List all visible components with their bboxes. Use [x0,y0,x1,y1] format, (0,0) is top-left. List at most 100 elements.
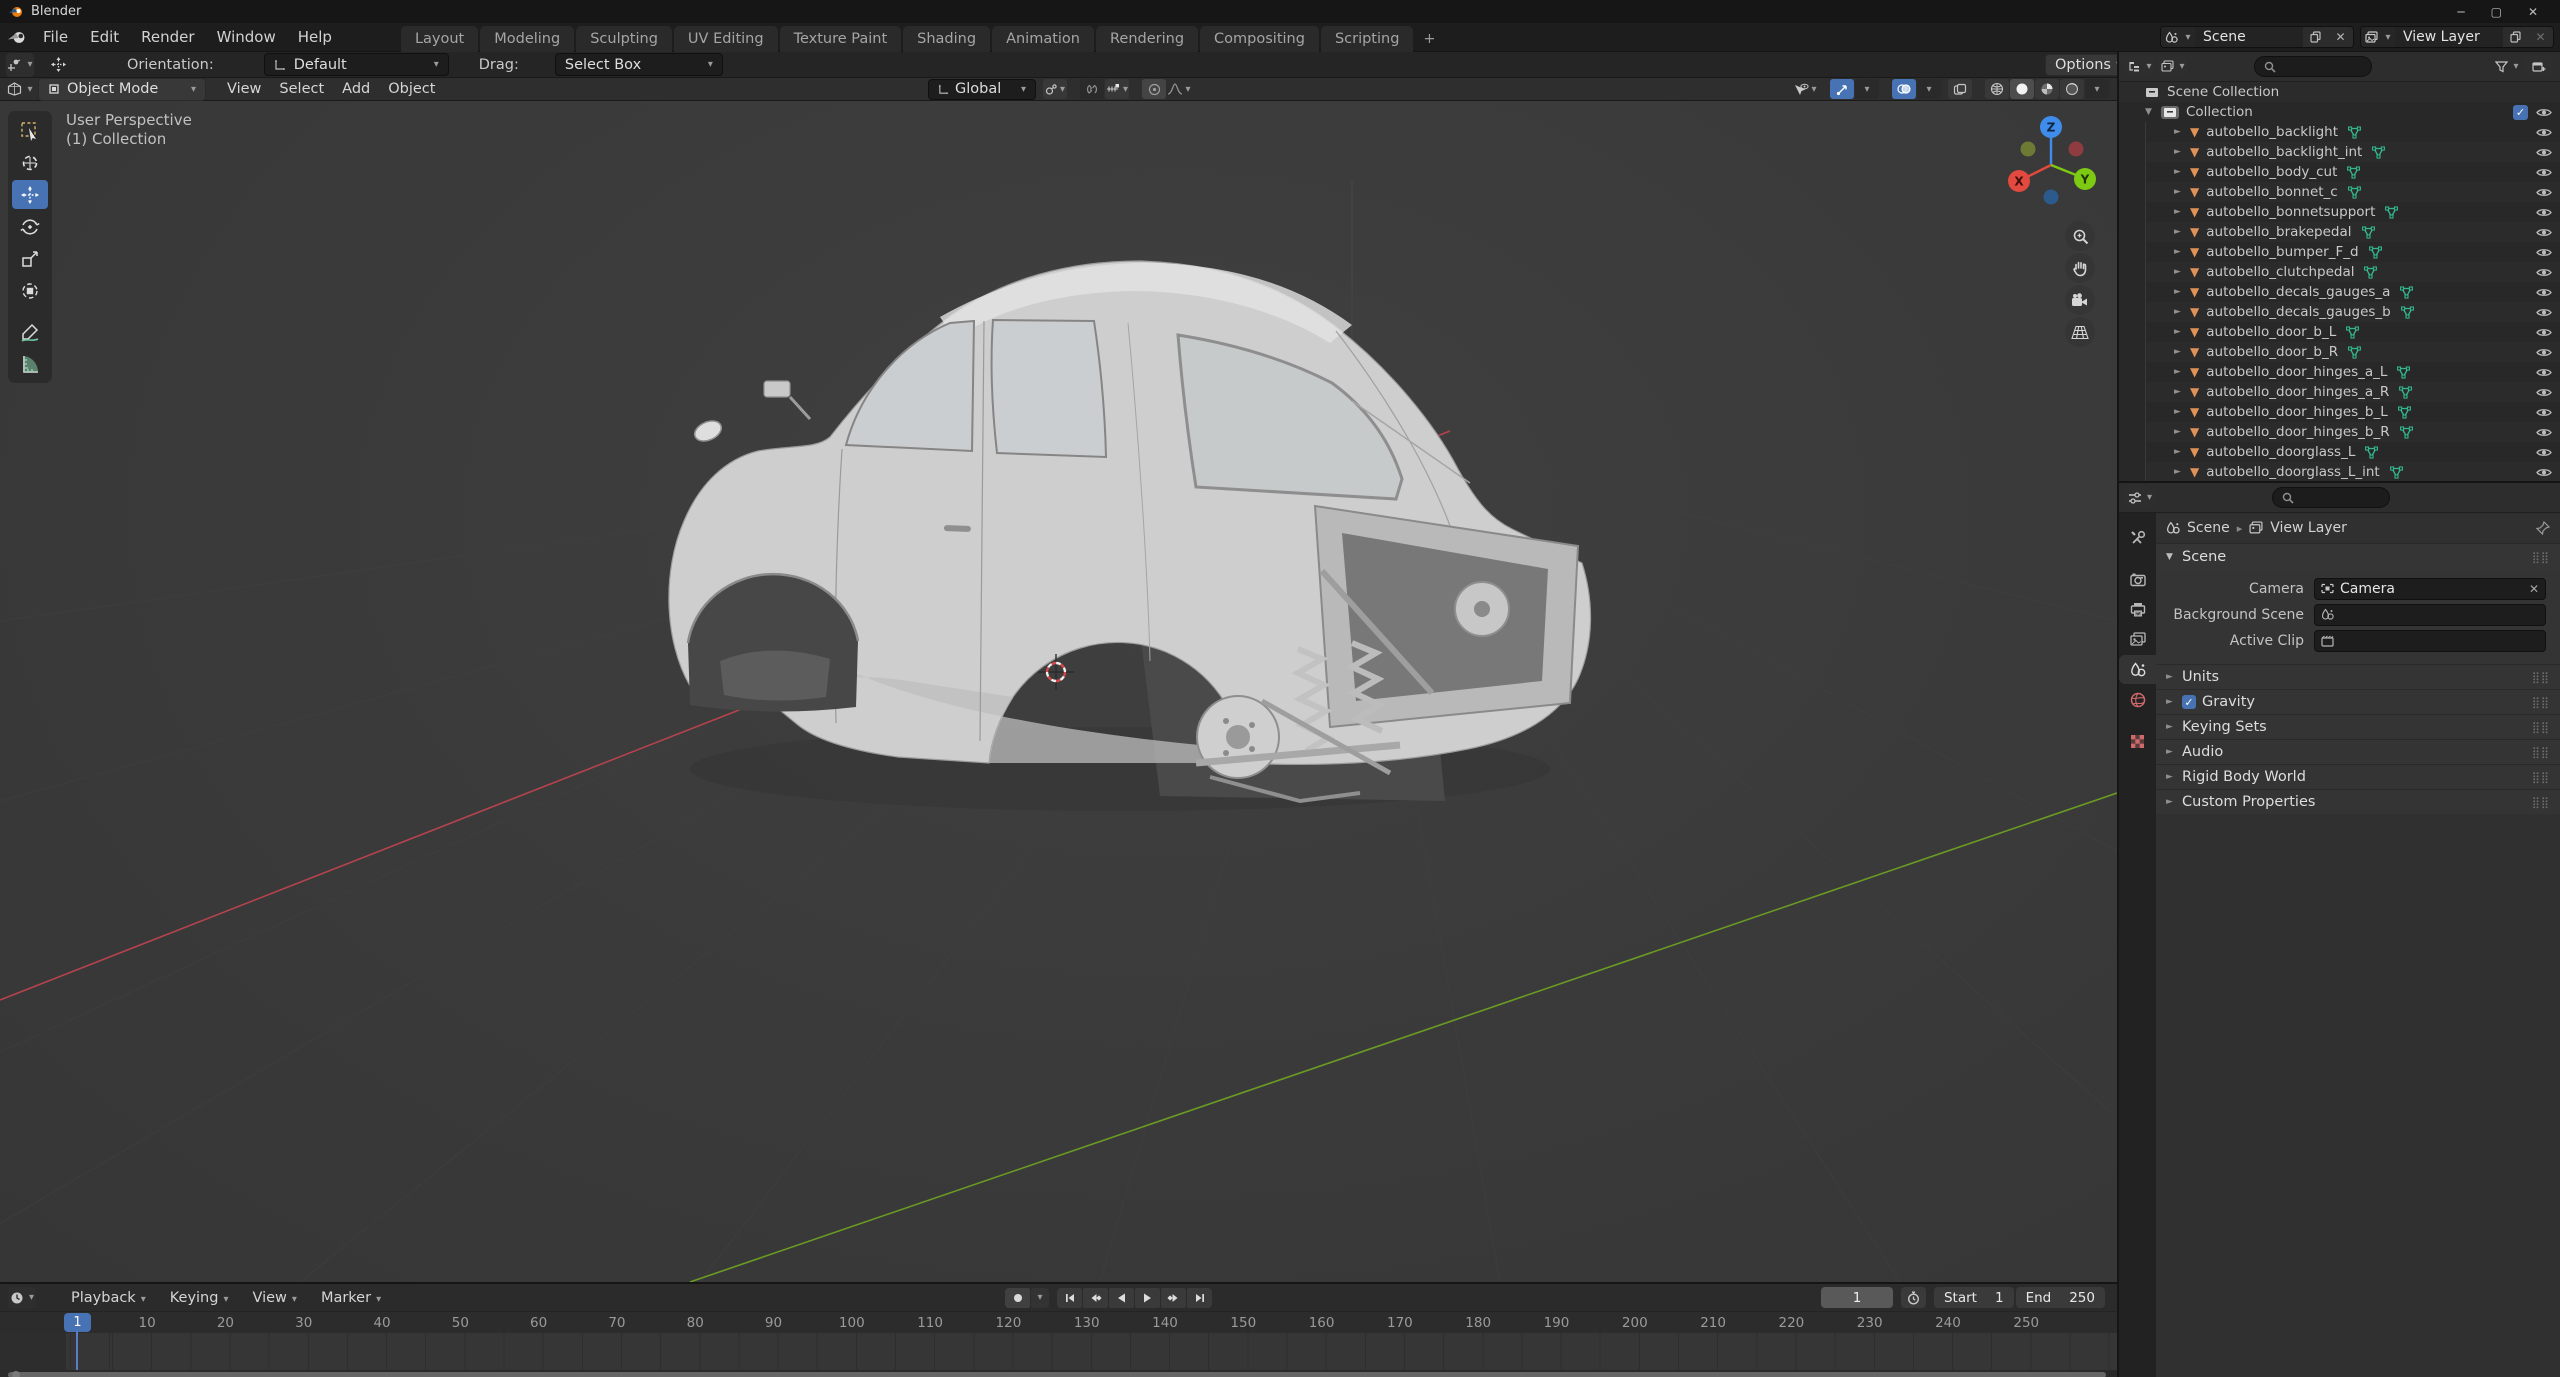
measure-tool[interactable] [12,349,48,378]
visibility-eye-icon[interactable] [2534,447,2554,458]
outliner-object-row[interactable]: ► ▼ autobello_body_cut [2145,162,2560,182]
cursor-tool[interactable] [12,148,48,177]
visibility-eye-icon[interactable] [2534,467,2554,478]
expand-arrow-icon[interactable]: ► [2174,287,2190,297]
shading-rendered-button[interactable] [2060,79,2084,99]
collapsed-panel-header[interactable]: ► ✓ Keying Sets ⣿⣿ [2156,714,2560,739]
xray-toggle-button[interactable] [1948,79,1972,99]
workspace-tab[interactable]: Sculpting [576,26,672,52]
auto-keying-record-button[interactable] [1005,1288,1030,1308]
expand-arrow-icon[interactable]: ► [2174,427,2190,437]
timeline-tracks[interactable] [0,1333,2117,1370]
gizmo-neg-z-axis[interactable] [2044,190,2059,205]
visibility-eye-icon[interactable] [2534,407,2554,418]
collapsed-panel-header[interactable]: ► ✓ Gravity ⣿⣿ [2156,689,2560,714]
visibility-eye-icon[interactable] [2534,367,2554,378]
tab-render[interactable] [2119,565,2156,594]
collapsed-panel-header[interactable]: ► ✓ Custom Properties ⣿⣿ [2156,789,2560,814]
blender-logo-menu-icon[interactable] [6,30,28,45]
panel-drag-handle[interactable]: ⣿⣿ [2532,796,2550,809]
outliner-object-row[interactable]: ► ▼ autobello_bonnet_c [2145,182,2560,202]
new-scene-button[interactable] [2303,27,2328,47]
outliner-filter-button[interactable]: ▾ [2493,55,2521,79]
outliner-object-row[interactable]: ► ▼ autobello_doorglass_L_int [2145,462,2560,482]
outliner-object-row[interactable]: ► ▼ autobello_clutchpedal [2145,262,2560,282]
menu-item[interactable]: Help [287,24,343,50]
timeline-menu-item[interactable]: Marker▾ [312,1288,390,1308]
shading-wireframe-button[interactable] [1985,79,2009,99]
visibility-eye-icon[interactable] [2534,267,2554,278]
visibility-eye-icon[interactable] [2534,147,2554,158]
outliner-object-row[interactable]: ► ▼ autobello_door_b_R [2145,342,2560,362]
outliner-object-row[interactable]: ► ▼ autobello_decals_gauges_b [2145,302,2560,322]
use-preview-range-button[interactable] [1901,1287,1926,1308]
scene-browse-button[interactable]: ▾ [2161,27,2195,47]
menu-item[interactable]: Edit [79,24,130,50]
scene-panel-header[interactable]: ▼ Scene ⣿⣿ [2156,543,2560,570]
visibility-eye-icon[interactable] [2534,107,2554,118]
outliner-object-row[interactable]: ► ▼ autobello_backlight_int [2145,142,2560,162]
current-frame-indicator[interactable]: 1 [64,1313,91,1332]
next-keyframe-button[interactable] [1161,1288,1186,1308]
panel-drag-handle[interactable]: ⣿⣿ [2532,746,2550,759]
outliner-object-row[interactable]: ► ▼ autobello_brakepedal [2145,222,2560,242]
tab-output[interactable] [2119,595,2156,624]
jump-to-start-button[interactable] [1057,1288,1082,1308]
panel-drag-handle[interactable]: ⣿⣿ [2532,671,2550,684]
outliner-object-row[interactable]: ► ▼ autobello_door_hinges_b_L [2145,402,2560,422]
background-scene-field[interactable] [2314,604,2546,626]
visibility-eye-icon[interactable] [2534,227,2554,238]
editor-type-3d-viewport-button[interactable]: ▾ [6,77,34,101]
outliner-object-row[interactable]: ► ▼ autobello_door_hinges_b_R [2145,422,2560,442]
outliner-object-row[interactable]: ► ▼ autobello_door_b_L [2145,322,2560,342]
orientation-dropdown[interactable]: Default▾ [264,53,449,76]
gravity-checkbox[interactable]: ✓ [2182,695,2196,709]
scrollbar-thumb[interactable] [8,1372,2106,1377]
collapse-arrow-icon[interactable]: ▼ [2145,107,2161,117]
overlays-dropdown[interactable]: ▾ [1917,79,1941,99]
breadcrumb-scene[interactable]: Scene [2187,520,2230,536]
outliner-object-row[interactable]: ► ▼ autobello_bumper_F_d [2145,242,2560,262]
shading-dropdown[interactable]: ▾ [2085,79,2109,99]
unlink-scene-button[interactable]: ✕ [2328,27,2353,47]
tab-view-layer[interactable] [2119,625,2156,654]
expand-arrow-icon[interactable]: ► [2174,267,2190,277]
proportional-editing-button[interactable] [1142,79,1166,99]
timeline-editor-type-button[interactable]: ▾ [8,1287,36,1309]
previous-keyframe-button[interactable] [1083,1288,1108,1308]
camera-view-button[interactable] [2065,285,2095,315]
visibility-eye-icon[interactable] [2534,167,2554,178]
outliner-object-row[interactable]: ► ▼ autobello_door_hinges_a_L [2145,362,2560,382]
workspace-tab[interactable]: Scripting [1321,26,1413,52]
expand-arrow-icon[interactable]: ► [2174,187,2190,197]
expand-arrow-icon[interactable]: ► [2174,327,2190,337]
panel-drag-handle[interactable]: ⣿⣿ [2532,551,2550,564]
breadcrumb-view-layer[interactable]: View Layer [2270,520,2347,536]
car-model[interactable] [669,261,1591,811]
3d-viewport[interactable]: User Perspective (1) Collection Z X Y [0,101,2117,1282]
expand-arrow-icon[interactable]: ► [2174,167,2190,177]
move-tool[interactable] [12,180,48,209]
rotate-tool[interactable] [12,212,48,241]
expand-arrow-icon[interactable]: ► [2174,307,2190,317]
outliner-object-row[interactable]: ► ▼ autobello_doorglass_L [2145,442,2560,462]
viewport-menu-item[interactable]: Add [333,79,379,99]
panel-drag-handle[interactable]: ⣿⣿ [2532,771,2550,784]
visibility-eye-icon[interactable] [2534,207,2554,218]
camera-field[interactable]: Camera ✕ [2314,578,2546,600]
visibility-eye-icon[interactable] [2534,307,2554,318]
menu-item[interactable]: Window [206,24,287,50]
viewport-menu-item[interactable]: View [218,79,270,99]
outliner-display-mode-button[interactable]: ▾ [2126,56,2154,77]
jump-to-end-button[interactable] [1187,1288,1212,1308]
collapsed-panel-header[interactable]: ► ✓ Rigid Body World ⣿⣿ [2156,764,2560,789]
visibility-eye-icon[interactable] [2534,287,2554,298]
remove-view-layer-button[interactable]: ✕ [2528,27,2553,47]
play-reverse-button[interactable] [1109,1288,1134,1308]
selectability-visibility-button[interactable]: ▾ [1793,79,1817,99]
active-clip-field[interactable] [2314,630,2546,652]
collection-checkbox[interactable]: ✓ [2513,105,2528,120]
menu-item[interactable]: Render [130,24,205,50]
outliner-object-row[interactable]: ► ▼ autobello_backlight [2145,122,2560,142]
maximize-button[interactable]: ▢ [2491,5,2502,19]
